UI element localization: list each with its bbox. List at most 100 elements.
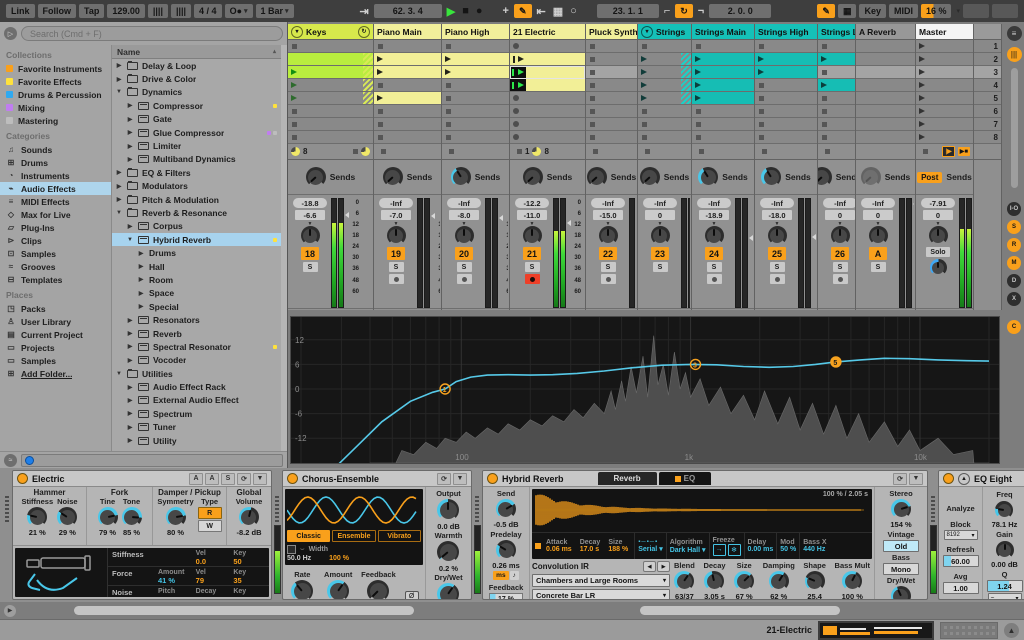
clip-slot[interactable] (586, 79, 637, 92)
sidebar-item-current-project[interactable]: ▤ Current Project (0, 328, 111, 341)
clip-slot[interactable] (638, 105, 691, 118)
stop-all-clips-button[interactable] (923, 149, 928, 154)
peak-level-display[interactable]: -Inf (697, 198, 731, 208)
track-header-piano-main[interactable]: Piano Main (374, 24, 441, 40)
param-bass-x[interactable]: Bass X 440 Hz (800, 533, 829, 559)
sidebar-item-mastering[interactable]: Mastering (0, 114, 111, 127)
param-cell[interactable]: Vel 79 (194, 567, 232, 585)
freeze-button[interactable]: ❄ (727, 543, 741, 556)
damping-knob[interactable] (768, 571, 789, 591)
sidebar-item-templates[interactable]: ⊟ Templates (0, 273, 111, 286)
clip-slot[interactable] (288, 66, 373, 79)
back-to-arrangement-icon[interactable]: ↻ (358, 25, 370, 38)
volume-display[interactable]: 0 (863, 210, 893, 220)
rate-knob[interactable] (291, 580, 314, 599)
device-on-toggle[interactable] (487, 473, 498, 484)
computer-midi-keyboard-icon[interactable]: ▦ (837, 4, 857, 18)
param-delay[interactable]: Delay 0.00 ms (745, 533, 778, 559)
clip-slot[interactable] (818, 66, 855, 79)
back-to-arrangement-icon[interactable]: ⇤ (535, 5, 548, 18)
tree-item-special[interactable]: ▶ Special (112, 300, 281, 313)
stereo-knob[interactable] (891, 499, 911, 519)
pan-knob[interactable] (704, 226, 724, 245)
tree-item-reverb-resonance[interactable]: ▼ Reverb & Resonance (112, 206, 281, 219)
sidebar-item-sounds[interactable]: ♫ Sounds (0, 143, 111, 156)
clip-slot[interactable] (692, 105, 754, 118)
hotswap-icon[interactable]: ⟳ (437, 472, 451, 485)
tree-item-delay-loop[interactable]: ▶ Delay & Loop (112, 59, 281, 72)
clip-slot[interactable] (510, 105, 585, 118)
groove-pool-icon[interactable]: ≈ (4, 453, 17, 467)
sidebar-item-mixing[interactable]: Mixing (0, 101, 111, 114)
peak-level-display[interactable]: -Inf (760, 198, 794, 208)
algorithm-select[interactable]: Algorithm Dark Hall ▾ (667, 533, 710, 559)
horizontal-scrollbar[interactable] (640, 606, 840, 615)
knob-knob[interactable] (995, 501, 1014, 519)
param-cell[interactable]: Decay38 % (194, 586, 232, 597)
sidebar-item-favorite-instruments[interactable]: Favorite Instruments (0, 62, 111, 75)
stop-all-track-button[interactable] (645, 149, 650, 154)
volume-display[interactable]: -18.9 (699, 210, 729, 220)
draw-mode-button[interactable]: ✎ (513, 4, 532, 18)
send-a-knob[interactable] (382, 167, 403, 187)
param-cell[interactable]: Key 50 (231, 548, 269, 566)
stop-button[interactable]: ■ (460, 5, 471, 17)
volume-knob[interactable] (238, 507, 259, 527)
clip-slot[interactable] (856, 131, 915, 144)
mixer-section-toggle-r[interactable]: R (1007, 238, 1021, 252)
dry-wet-knob[interactable] (437, 583, 460, 599)
clip-slot[interactable] (374, 53, 441, 66)
sidebar-item-drums-percussion[interactable]: Drums & Percussion (0, 88, 111, 101)
quantization-menu[interactable]: 1 Bar ▾ (255, 4, 294, 18)
tab-reverb[interactable]: Reverb (597, 472, 657, 485)
stop-all-track-button[interactable] (825, 149, 830, 154)
warmth-knob[interactable] (437, 541, 460, 563)
send-a-knob[interactable] (639, 167, 660, 187)
scene-launch-button[interactable] (916, 66, 973, 79)
ir-category-select[interactable]: Chambers and Large Rooms ▾ (532, 574, 670, 587)
solo-button[interactable]: S (652, 262, 668, 272)
solo-button[interactable]: S (600, 262, 616, 272)
volume-display[interactable]: -18.0 (762, 210, 792, 220)
tree-item-utilities[interactable]: ▼ Utilities (112, 367, 281, 380)
midi-map-button[interactable]: MIDI (888, 4, 918, 18)
link-button[interactable]: Link (6, 4, 35, 18)
routing-select[interactable]: ▪─▪─▪ Serial ▾ (635, 533, 667, 559)
arm-button[interactable] (456, 274, 472, 284)
clip-slot[interactable] (755, 53, 817, 66)
solo-button[interactable]: S (388, 262, 404, 272)
clip-slot[interactable] (510, 118, 585, 131)
track-header-strings-high[interactable]: Strings High (755, 24, 817, 40)
clip-slot[interactable] (374, 118, 441, 131)
clip-slot[interactable] (442, 40, 509, 53)
sidebar-item-packs[interactable]: ◳ Packs (0, 302, 111, 315)
tree-item-space[interactable]: ▶ Space (112, 287, 281, 300)
group-fold-icon[interactable]: ▾ (641, 25, 653, 38)
clip-slot[interactable] (586, 66, 637, 79)
metronome-button[interactable]: O● ▾ (224, 4, 253, 18)
refresh-value[interactable]: 60.00 (942, 555, 979, 567)
solo-button[interactable]: Solo (926, 247, 950, 257)
peak-level-display[interactable]: -Inf (447, 198, 481, 208)
clip-slot[interactable] (755, 40, 817, 53)
mixer-section-toggle-c[interactable]: C (1007, 320, 1021, 334)
param-cell[interactable]: Key56 (231, 586, 269, 597)
clip-slot[interactable] (288, 79, 373, 92)
scene-launch-button[interactable] (916, 105, 973, 118)
session-record-indicator[interactable]: |▶ (942, 146, 955, 157)
track-activator-button[interactable]: 26 (831, 247, 849, 260)
stop-all-track-button[interactable] (381, 149, 386, 154)
device-chain-overview-2[interactable] (940, 621, 998, 639)
save-preset-icon[interactable]: ▼ (453, 472, 467, 485)
mixer-toggle-icon[interactable]: ||| (1006, 47, 1022, 62)
filter-type-select[interactable]: ⌣ ▾ (987, 593, 1022, 599)
predelay-knob[interactable] (496, 540, 516, 560)
sidebar-item-favorite-effects[interactable]: Favorite Effects (0, 75, 111, 88)
clip-slot[interactable] (442, 105, 509, 118)
tree-item-corpus[interactable]: ▶ Corpus (112, 220, 281, 233)
tine-knob[interactable] (97, 507, 118, 527)
track-activator-button[interactable]: 19 (387, 247, 405, 260)
peak-level-display[interactable]: -Inf (379, 198, 413, 208)
mixer-section-toggle-s[interactable]: S (1007, 220, 1021, 234)
clip-slot[interactable] (638, 92, 691, 105)
